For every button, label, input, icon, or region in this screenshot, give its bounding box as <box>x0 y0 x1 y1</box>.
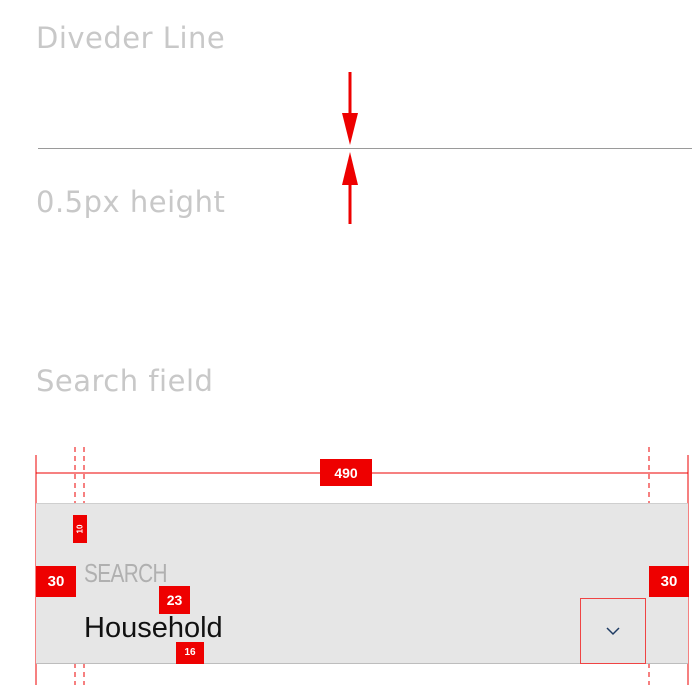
divider-section-title: Diveder Line <box>36 21 226 55</box>
dropdown-button[interactable] <box>580 598 646 664</box>
divider-line <box>38 148 692 149</box>
top-offset-badge: 10 <box>73 515 87 543</box>
chevron-down-icon <box>606 627 620 636</box>
label-value-gap-badge: 23 <box>159 586 190 614</box>
divider-height-caption: 0.5px height <box>36 185 226 219</box>
top-offset-badge-label: 10 <box>75 524 84 534</box>
width-dimension-badge: 490 <box>320 459 372 486</box>
bottom-offset-badge: 16 <box>176 642 204 664</box>
search-field-label: SEARCH <box>84 558 167 588</box>
search-field-value[interactable]: Household <box>84 612 223 645</box>
search-section-title: Search field <box>36 364 214 398</box>
down-arrow-head <box>342 113 358 145</box>
right-padding-badge: 30 <box>649 566 689 597</box>
up-arrow-head <box>342 152 358 185</box>
left-padding-badge: 30 <box>36 566 76 597</box>
